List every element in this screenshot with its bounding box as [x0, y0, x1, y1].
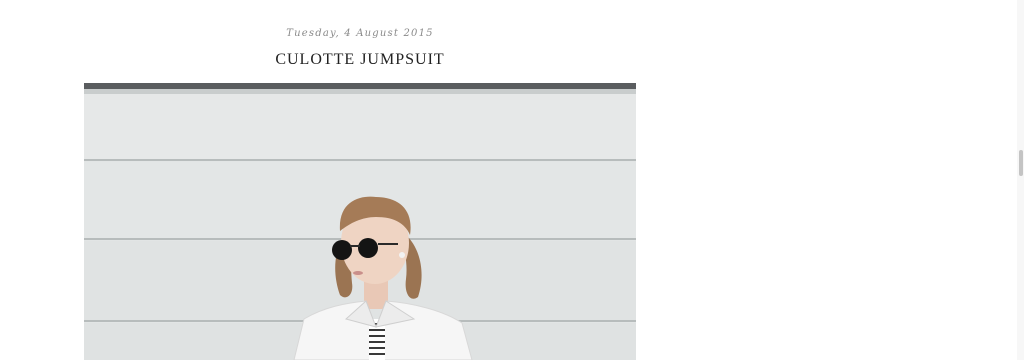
post-date: Tuesday, 4 August 2015 [286, 28, 434, 39]
wall-groove-1 [84, 159, 636, 161]
wall-panel-1 [84, 94, 636, 160]
blog-page: Tuesday, 4 August 2015 CULOTTE JUMPSUIT [0, 0, 1024, 360]
lips [353, 271, 363, 275]
door-top-trim [84, 89, 636, 94]
post-photo[interactable] [84, 83, 636, 360]
post-title[interactable]: CULOTTE JUMPSUIT [84, 50, 636, 70]
earring [399, 252, 405, 258]
post-photo-graphic [84, 83, 636, 360]
door-top-band [84, 83, 636, 89]
scrollbar-thumb[interactable] [1019, 150, 1023, 176]
scrollbar-track[interactable] [1017, 0, 1024, 360]
